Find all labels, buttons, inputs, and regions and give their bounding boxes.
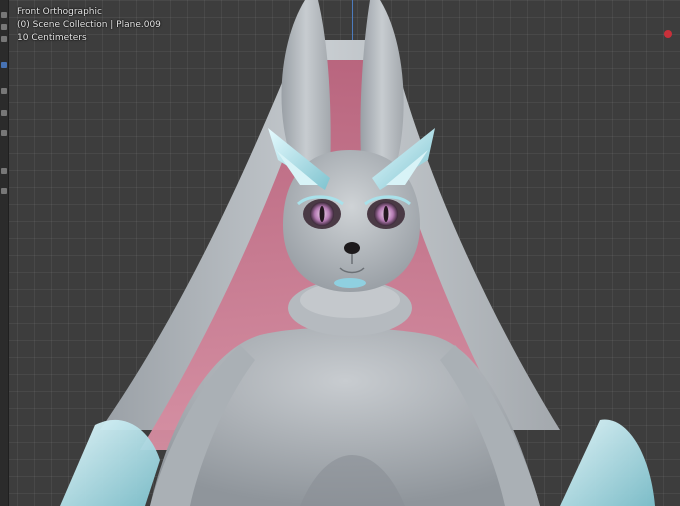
tool-shelf <box>0 0 9 506</box>
cursor-tool-icon[interactable] <box>1 36 7 42</box>
nose <box>344 242 360 254</box>
rotate-tool-icon[interactable] <box>1 88 7 94</box>
annotate-tool-icon[interactable] <box>1 168 7 174</box>
character-model[interactable] <box>0 0 680 506</box>
transform-tool-icon[interactable] <box>1 130 7 136</box>
scale-tool-icon[interactable] <box>1 110 7 116</box>
3d-viewport[interactable]: Front Orthographic (0) Scene Collection … <box>0 0 680 506</box>
viewport-info-overlay: Front Orthographic (0) Scene Collection … <box>17 6 161 45</box>
measure-tool-icon[interactable] <box>1 188 7 194</box>
right-crystal-wing <box>560 419 655 506</box>
view-name: Front Orthographic <box>17 7 102 17</box>
grid-scale-line: 10 Centimeters <box>17 33 87 43</box>
left-crystal-wing <box>60 419 160 506</box>
mouth <box>334 278 366 288</box>
select-tool-icon[interactable] <box>1 24 7 30</box>
collection-object-line: (0) Scene Collection | Plane.009 <box>17 20 161 30</box>
record-indicator-icon <box>664 30 672 38</box>
tweak-tool-icon[interactable] <box>1 12 7 18</box>
move-tool-icon[interactable] <box>1 62 7 68</box>
